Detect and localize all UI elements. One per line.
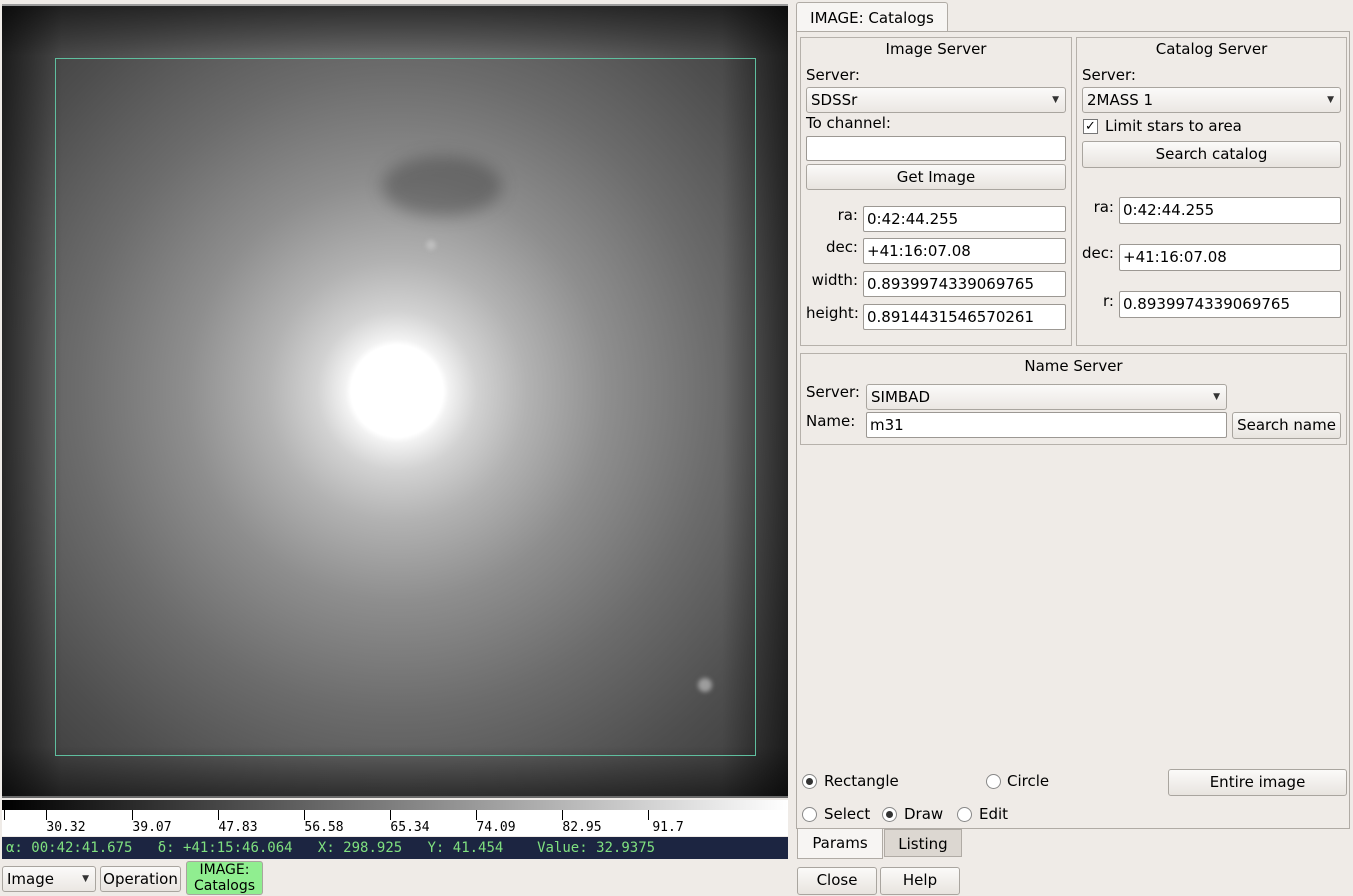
limit-stars-label[interactable]: Limit stars to area (1105, 117, 1242, 135)
close-button[interactable]: Close (797, 867, 877, 895)
image-server-value: SDSSr (811, 91, 858, 109)
colorbar-tick-label: 56.58 (304, 820, 344, 835)
catalog-r-label: r: (1103, 292, 1114, 310)
colorbar-tick (218, 810, 219, 820)
colorbar-tick (304, 810, 305, 820)
catalog-ra-input[interactable]: 0:42:44.255 (1119, 197, 1341, 224)
image-menu-combo[interactable]: Image ▼ (2, 866, 96, 892)
name-server-select[interactable]: SIMBAD ▼ (866, 384, 1227, 410)
cursor-readout: α: 00:42:41.675 δ: +41:15:46.064 X: 298.… (2, 837, 788, 859)
image-height-label: height: (806, 304, 859, 322)
circle-label[interactable]: Circle (1007, 772, 1049, 790)
catalog-server-label: Server: (1082, 66, 1136, 84)
readout-value: Value: 32.9375 (537, 840, 656, 856)
image-server-label: Server: (806, 66, 860, 84)
plugin-button-line1: IMAGE: (199, 862, 250, 878)
image-viewer[interactable] (2, 4, 788, 798)
image-ra-label: ra: (837, 206, 858, 224)
catalog-server-select[interactable]: 2MASS 1 ▼ (1082, 87, 1341, 113)
circle-radio[interactable] (986, 774, 1001, 789)
colorbar-tick-label: 82.95 (562, 820, 602, 835)
to-channel-input[interactable] (806, 136, 1066, 161)
tab-listing[interactable]: Listing (884, 829, 962, 857)
operation-button[interactable]: Operation (100, 866, 181, 892)
tab-image-catalogs[interactable]: IMAGE: Catalogs (796, 2, 948, 32)
chevron-down-icon: ▼ (82, 874, 89, 884)
object-name-input[interactable]: m31 (866, 412, 1227, 438)
colorbar-gradient (2, 800, 788, 810)
image-width-label: width: (811, 271, 858, 289)
catalog-dec-label: dec: (1081, 244, 1114, 262)
select-radio[interactable] (802, 807, 817, 822)
name-server-label: Server: (806, 383, 860, 401)
search-name-button[interactable]: Search name (1232, 412, 1341, 439)
colorbar[interactable]: 30.32 39.07 47.83 56.58 65.34 74.09 82.95 91.7 (2, 800, 788, 836)
chevron-down-icon: ▼ (1327, 95, 1334, 105)
colorbar-tick (390, 810, 391, 820)
entire-image-button[interactable]: Entire image (1168, 769, 1347, 796)
image-ra-input[interactable]: 0:42:44.255 (863, 206, 1066, 232)
get-image-button[interactable]: Get Image (806, 164, 1066, 190)
draw-radio[interactable] (882, 807, 897, 822)
colorbar-tick-label: 39.07 (132, 820, 172, 835)
to-channel-label: To channel: (806, 114, 891, 132)
image-menu-label: Image (7, 870, 54, 888)
colorbar-tick (476, 810, 477, 820)
search-catalog-button[interactable]: Search catalog (1082, 141, 1341, 168)
image-dec-label: dec: (825, 238, 858, 256)
chevron-down-icon: ▼ (1213, 392, 1220, 402)
catalog-ra-label: ra: (1093, 198, 1114, 216)
search-area-rectangle[interactable] (55, 58, 756, 756)
radio-dot (806, 778, 813, 785)
readout-x: X: 298.925 (317, 840, 403, 856)
radio-dot (886, 811, 893, 818)
colorbar-tick (4, 810, 5, 820)
image-height-input[interactable]: 0.8914431546570261 (863, 304, 1066, 330)
catalog-r-input[interactable]: 0.8939974339069765 (1119, 291, 1341, 318)
object-name-label: Name: (806, 412, 856, 430)
tab-params[interactable]: Params (797, 829, 883, 859)
plugin-button-line2: Catalogs (193, 878, 256, 894)
readout-y: Y: 41.454 (427, 840, 504, 856)
catalog-server-title: Catalog Server (1155, 40, 1268, 58)
readout-ra: α: 00:42:41.675 (6, 840, 133, 856)
name-server-value: SIMBAD (871, 388, 930, 406)
catalogs-plugin-button[interactable]: IMAGE: Catalogs (186, 861, 263, 895)
chevron-down-icon: ▼ (1052, 95, 1059, 105)
colorbar-tick (46, 810, 47, 820)
image-dec-input[interactable]: +41:16:07.08 (863, 238, 1066, 264)
help-button[interactable]: Help (880, 867, 960, 895)
limit-stars-checkbox[interactable]: ✓ (1083, 119, 1098, 134)
colorbar-tick-label: 47.83 (218, 820, 258, 835)
colorbar-tick-label: 74.09 (476, 820, 516, 835)
colorbar-tick-label: 65.34 (390, 820, 430, 835)
colorbar-tick (562, 810, 563, 820)
readout-dec: δ: +41:15:46.064 (157, 840, 293, 856)
edit-radio[interactable] (957, 807, 972, 822)
catalog-server-value: 2MASS 1 (1087, 91, 1154, 109)
draw-label[interactable]: Draw (904, 805, 943, 823)
select-label[interactable]: Select (824, 805, 870, 823)
rectangle-radio[interactable] (802, 774, 817, 789)
image-width-input[interactable]: 0.8939974339069765 (863, 271, 1066, 297)
colorbar-tick-label: 30.32 (46, 820, 86, 835)
image-server-title: Image Server (885, 40, 987, 58)
rectangle-label[interactable]: Rectangle (824, 772, 899, 790)
image-server-select[interactable]: SDSSr ▼ (806, 87, 1066, 113)
colorbar-tick-label: 91.7 (652, 820, 684, 835)
catalog-dec-input[interactable]: +41:16:07.08 (1119, 244, 1341, 271)
name-server-title: Name Server (1024, 357, 1123, 375)
colorbar-tick (132, 810, 133, 820)
edit-label[interactable]: Edit (979, 805, 1008, 823)
colorbar-tick (648, 810, 649, 820)
